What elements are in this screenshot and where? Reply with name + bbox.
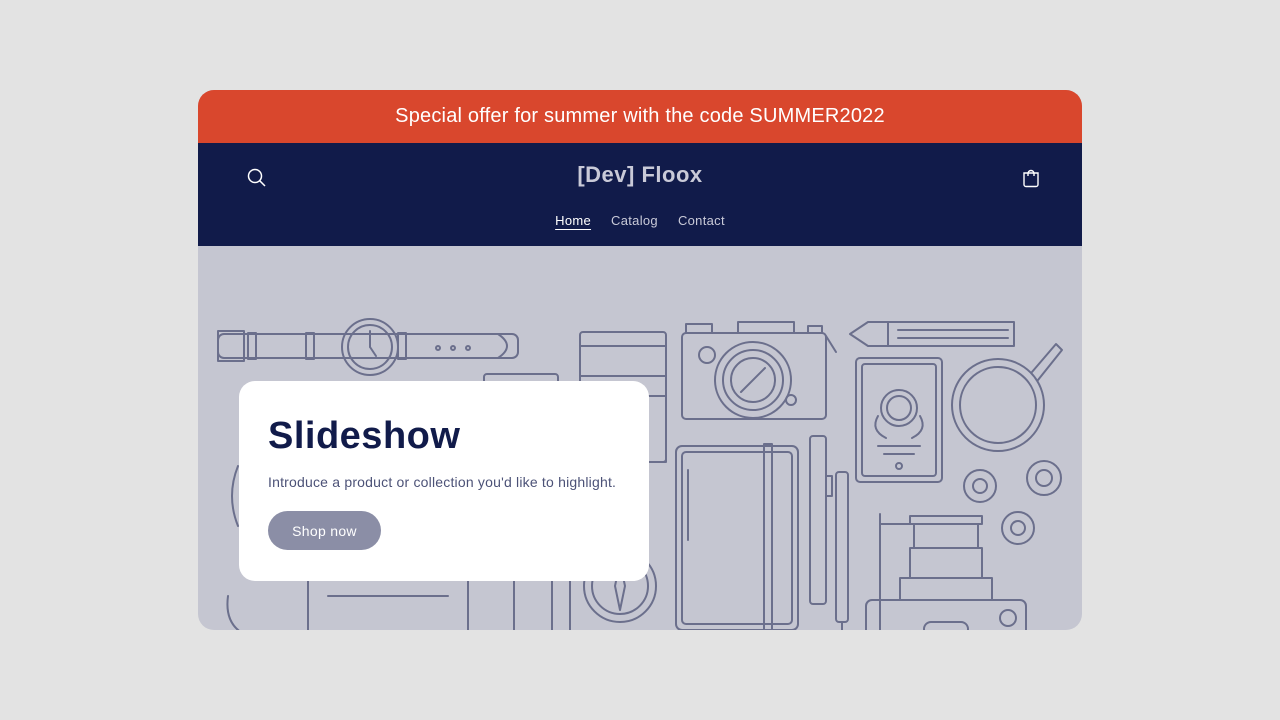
pencil-illustration [849,321,1015,347]
watch-illustration [217,318,519,376]
slideshow-card: Slideshow Introduce a product or collect… [239,381,649,581]
site-logo[interactable]: [Dev] Floox [198,162,1082,188]
hero-slideshow: Slideshow Introduce a product or collect… [198,246,1082,630]
slideshow-title: Slideshow [268,415,461,457]
announcement-bar: Special offer for summer with the code S… [198,90,1082,143]
camera-illustration [681,321,837,420]
slideshow-text: Introduce a product or collection you'd … [268,474,617,490]
mug-illustration [951,343,1063,452]
storefront-frame: Special offer for summer with the code S… [198,90,1082,630]
nav-home[interactable]: Home [555,213,591,228]
notebook-illustration [675,443,799,630]
site-header: [Dev] Floox Home Catalog Contact [198,143,1082,246]
cart-icon [1023,169,1039,188]
shop-now-button[interactable]: Shop now [268,511,381,550]
nav-contact[interactable]: Contact [678,213,725,228]
cart-button[interactable] [1020,167,1042,189]
pens-illustration [809,435,849,630]
passport-illustration [855,357,943,483]
main-nav: Home Catalog Contact [198,213,1082,228]
nav-catalog[interactable]: Catalog [611,213,658,228]
announcement-text: Special offer for summer with the code S… [395,105,885,127]
